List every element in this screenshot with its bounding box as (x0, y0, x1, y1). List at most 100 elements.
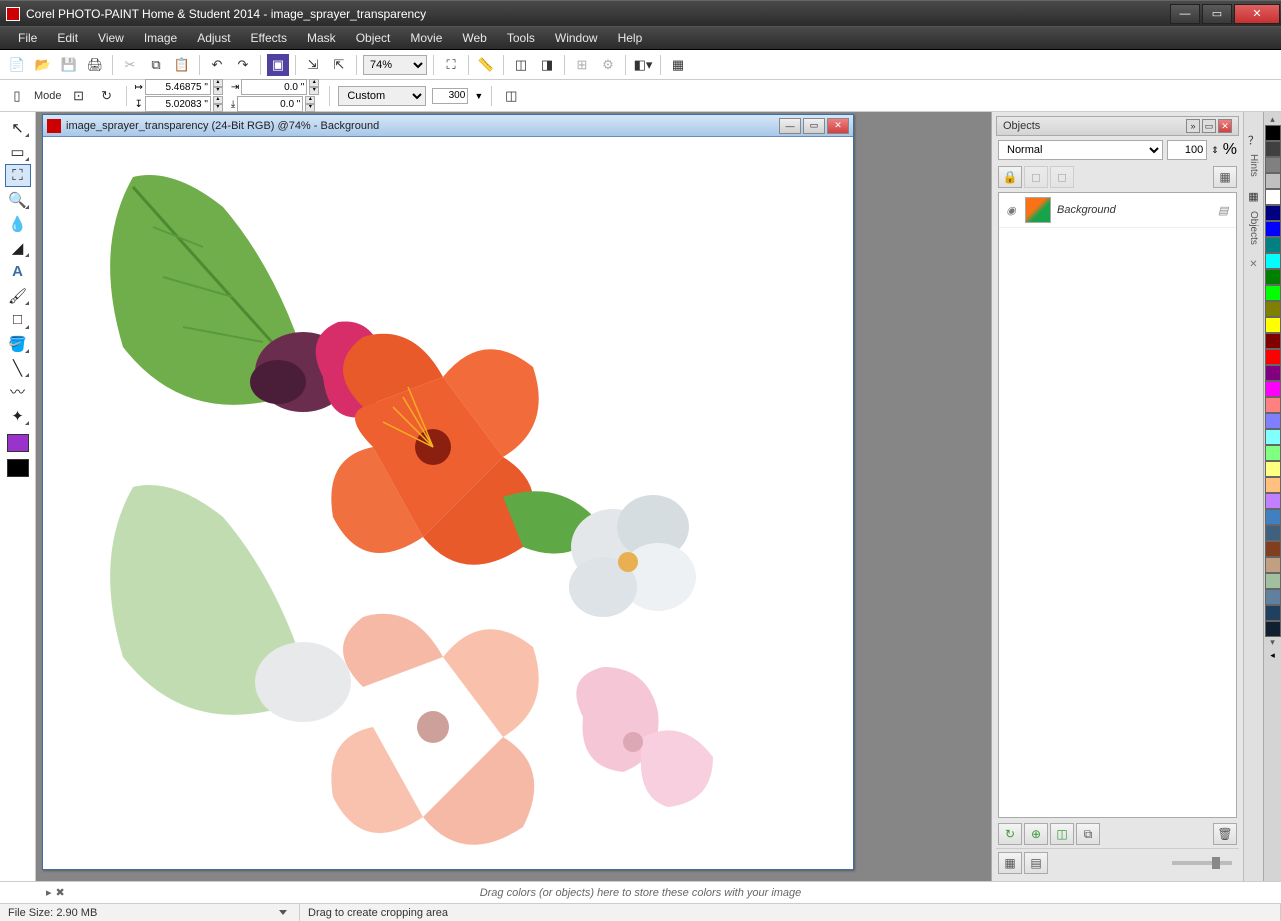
close-button[interactable]: ✕ (1234, 4, 1280, 24)
color-swatch[interactable] (1265, 525, 1281, 541)
color-swatch[interactable] (1265, 157, 1281, 173)
objects-icon[interactable]: ▦ (1246, 189, 1262, 205)
color-swatch[interactable] (1265, 269, 1281, 285)
redo-button[interactable]: ↷ (232, 54, 254, 76)
color-swatch[interactable] (1265, 381, 1281, 397)
workspace[interactable]: image_sprayer_transparency (24-Bit RGB) … (36, 112, 991, 881)
menu-image[interactable]: Image (134, 28, 187, 48)
close-tabs-icon[interactable]: ✕ (1249, 259, 1257, 270)
refresh-button[interactable]: ↻ (96, 85, 118, 107)
palette-titlebar[interactable]: Objects » ▭ ✕ (996, 116, 1239, 136)
zoom-slider[interactable] (1172, 861, 1232, 865)
color-swatch[interactable] (1265, 605, 1281, 621)
fullscreen-button[interactable]: ⛶ (440, 54, 462, 76)
color-swatch[interactable] (1265, 557, 1281, 573)
undo-button[interactable]: ↶ (206, 54, 228, 76)
background-color[interactable] (7, 459, 29, 477)
line-tool[interactable]: ╲ (5, 356, 31, 379)
fill-tool[interactable]: 🪣 (5, 332, 31, 355)
layer-row-background[interactable]: ◉ Background ▤ (999, 193, 1236, 228)
options-button[interactable]: ⚙ (597, 54, 619, 76)
lock-transparency-button[interactable]: 🔒 (998, 166, 1022, 188)
blend-mode-select[interactable]: Normal (998, 140, 1163, 160)
new-group-button[interactable]: ⊕ (1024, 823, 1048, 845)
color-swatch[interactable] (1265, 541, 1281, 557)
zoom-level-select[interactable]: 74% (363, 55, 427, 75)
height-input[interactable] (145, 96, 211, 112)
orientation-button[interactable]: ▯ (6, 85, 28, 107)
color-swatch[interactable] (1265, 317, 1281, 333)
doc-minimize-button[interactable]: — (779, 118, 801, 134)
delete-object-button[interactable]: 🗑 (1213, 823, 1237, 845)
maximize-button[interactable]: ▭ (1202, 4, 1232, 24)
color-swatch[interactable] (1265, 461, 1281, 477)
export-button[interactable]: ⇲ (302, 54, 324, 76)
menu-file[interactable]: File (8, 28, 47, 48)
show-rulers-button[interactable]: 📏 (475, 54, 497, 76)
color-swatch[interactable] (1265, 429, 1281, 445)
color-swatch[interactable] (1265, 173, 1281, 189)
color-swatch[interactable] (1265, 397, 1281, 413)
pin-icon[interactable]: ✖ (56, 886, 65, 899)
resample-button[interactable]: ◫ (500, 85, 522, 107)
menu-mask[interactable]: Mask (297, 28, 346, 48)
height-down[interactable]: ▾ (213, 104, 223, 112)
brush-tool[interactable]: 🖌 (5, 284, 31, 307)
color-swatch[interactable] (1265, 445, 1281, 461)
print-button[interactable]: 🖨 (84, 54, 106, 76)
clip-button[interactable]: ◻ (1050, 166, 1074, 188)
effect-tool[interactable]: ✦ (5, 404, 31, 427)
color-swatch[interactable] (1265, 125, 1281, 141)
mask-overlay-button[interactable]: ◧▾ (632, 54, 654, 76)
color-swatch[interactable] (1265, 477, 1281, 493)
dx-input[interactable] (241, 79, 307, 95)
menu-edit[interactable]: Edit (47, 28, 88, 48)
color-swatch[interactable] (1265, 221, 1281, 237)
color-swatch[interactable] (1265, 253, 1281, 269)
mask-rectangle-tool[interactable]: ▭ (5, 140, 31, 163)
menu-web[interactable]: Web (452, 28, 496, 48)
palette-up-arrow[interactable]: ▴ (1264, 114, 1281, 125)
thumbnail-size-button[interactable]: ▦ (998, 852, 1022, 874)
cut-button[interactable]: ✂ (119, 54, 141, 76)
hints-icon[interactable]: ？ (1246, 132, 1262, 148)
layer-list[interactable]: ◉ Background ▤ (998, 192, 1237, 818)
palette-flyout-icon[interactable]: ◂ (1264, 650, 1281, 661)
new-lens-button[interactable]: ▦ (1213, 166, 1237, 188)
color-swatch[interactable] (1265, 189, 1281, 205)
color-swatch[interactable] (1265, 301, 1281, 317)
eraser-tool[interactable]: ◢ (5, 236, 31, 259)
color-swatch[interactable] (1265, 205, 1281, 221)
color-swatch[interactable] (1265, 509, 1281, 525)
app-launcher-button[interactable]: ▦ (667, 54, 689, 76)
palette-down-arrow[interactable]: ▾ (1264, 637, 1281, 648)
pick-tool[interactable]: ↖ (5, 116, 31, 139)
show-guidelines-button[interactable]: ◨ (536, 54, 558, 76)
color-swatch[interactable] (1265, 285, 1281, 301)
new-object-button[interactable]: ↻ (998, 823, 1022, 845)
paste-button[interactable]: 📋 (171, 54, 193, 76)
color-swatch[interactable] (1265, 413, 1281, 429)
palette-maximize-button[interactable]: ▭ (1202, 119, 1216, 133)
color-swatch[interactable] (1265, 573, 1281, 589)
open-button[interactable]: 📂 (32, 54, 54, 76)
crop-tool[interactable]: ⛶ (5, 164, 31, 187)
dx-up[interactable]: ▴ (309, 79, 319, 87)
dy-down[interactable]: ▾ (305, 104, 315, 112)
preset-select[interactable]: Custom (338, 86, 426, 106)
layer-properties-icon[interactable]: ▤ (1218, 204, 1232, 217)
menu-view[interactable]: View (88, 28, 134, 48)
dpi-dropdown-icon[interactable]: ▼ (474, 91, 483, 101)
document-titlebar[interactable]: image_sprayer_transparency (24-Bit RGB) … (43, 115, 853, 137)
document-canvas[interactable] (43, 137, 853, 869)
thumbnail-view-button[interactable]: ▤ (1024, 852, 1048, 874)
color-swatch[interactable] (1265, 589, 1281, 605)
tab-objects[interactable]: Objects (1246, 205, 1261, 251)
menu-object[interactable]: Object (346, 28, 401, 48)
document-tray[interactable]: ▸ ✖ Drag colors (or objects) here to sto… (0, 881, 1281, 903)
menu-effects[interactable]: Effects (241, 28, 297, 48)
visibility-toggle-icon[interactable]: ◉ (1003, 204, 1019, 217)
snap-button[interactable]: ⊞ (571, 54, 593, 76)
color-swatch[interactable] (1265, 141, 1281, 157)
color-swatch[interactable] (1265, 493, 1281, 509)
